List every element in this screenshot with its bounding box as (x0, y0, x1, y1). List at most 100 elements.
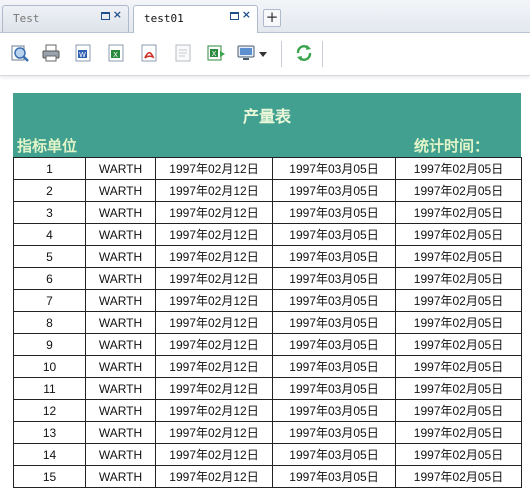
restore-icon[interactable] (100, 12, 110, 20)
table-row: 10 WARTH 1997年02月12日 1997年03月05日 1997年02月05日 (13, 355, 522, 378)
cell-date-3: 1997年02月05日 (395, 179, 522, 202)
cell-date-1: 1997年02月12日 (155, 465, 273, 488)
cell-name: WARTH (85, 443, 156, 466)
cell-date-3: 1997年02月05日 (395, 355, 522, 378)
cell-index: 8 (13, 311, 86, 334)
report-header: 产量表 指标单位 统计时间： (13, 93, 521, 157)
cell-index: 10 (13, 355, 86, 378)
toolbar-separator (281, 41, 282, 67)
cell-name: WARTH (85, 245, 156, 268)
tab-test[interactable]: Test × (2, 5, 129, 32)
cell-name: WARTH (85, 399, 156, 422)
report-table: 1 WARTH 1997年02月12日 1997年03月05日 1997年02月05日 2… (13, 157, 522, 488)
table-row: 7 WARTH 1997年02月12日 1997年03月05日 1997年02月05日 (13, 289, 522, 312)
cell-date-3: 1997年02月05日 (395, 245, 522, 268)
unit-label: 指标单位 (17, 137, 78, 155)
cell-date-1: 1997年02月12日 (155, 267, 273, 290)
refresh-icon[interactable] (294, 43, 314, 63)
tab-bar: Test × test01 × + (0, 0, 530, 33)
dropdown-arrow-icon[interactable] (257, 43, 269, 63)
cell-date-3: 1997年02月05日 (395, 201, 522, 224)
cell-date-1: 1997年02月12日 (155, 355, 273, 378)
tab-label: Test (13, 12, 40, 25)
cell-index: 13 (13, 421, 86, 444)
table-row: 15 WARTH 1997年02月12日 1997年03月05日 1997年02月05日 (13, 465, 522, 488)
cell-date-3: 1997年02月05日 (395, 289, 522, 312)
table-row: 14 WARTH 1997年02月12日 1997年03月05日 1997年02月05日 (13, 443, 522, 466)
new-tab-button[interactable]: + (263, 9, 281, 27)
table-row: 8 WARTH 1997年02月12日 1997年03月05日 1997年02月05日 (13, 311, 522, 334)
export-excel-icon[interactable]: X (106, 43, 126, 63)
cell-date-1: 1997年02月12日 (155, 245, 273, 268)
cell-date-1: 1997年02月12日 (155, 289, 273, 312)
cell-name: WARTH (85, 157, 156, 180)
cell-date-2: 1997年03月05日 (272, 355, 396, 378)
cell-date-2: 1997年03月05日 (272, 157, 396, 180)
cell-index: 11 (13, 377, 86, 400)
export-word-icon[interactable]: W (73, 43, 93, 63)
close-icon[interactable]: × (113, 9, 122, 21)
cell-index: 15 (13, 465, 86, 488)
cell-date-1: 1997年02月12日 (155, 399, 273, 422)
cell-date-3: 1997年02月05日 (395, 223, 522, 246)
cell-date-2: 1997年03月05日 (272, 421, 396, 444)
cell-date-3: 1997年02月05日 (395, 311, 522, 334)
table-row: 3 WARTH 1997年02月12日 1997年03月05日 1997年02月05日 (13, 201, 522, 224)
cell-date-2: 1997年03月05日 (272, 465, 396, 488)
tab-label: test01 (144, 12, 184, 25)
cell-date-1: 1997年02月12日 (155, 179, 273, 202)
cell-name: WARTH (85, 179, 156, 202)
cell-name: WARTH (85, 267, 156, 290)
svg-text:X: X (212, 50, 217, 58)
cell-index: 6 (13, 267, 86, 290)
svg-text:X: X (113, 51, 118, 59)
display-mode-icon[interactable] (237, 43, 257, 63)
stat-time-label: 统计时间： (413, 137, 489, 155)
cell-name: WARTH (85, 289, 156, 312)
cell-index: 12 (13, 399, 86, 422)
cell-index: 14 (13, 443, 86, 466)
report-title: 产量表 (242, 107, 291, 126)
export-excel-alt-icon[interactable]: X (206, 43, 226, 63)
restore-icon[interactable] (229, 12, 239, 20)
cell-date-3: 1997年02月05日 (395, 421, 522, 444)
cell-date-1: 1997年02月12日 (155, 201, 273, 224)
cell-date-2: 1997年03月05日 (272, 377, 396, 400)
table-row: 4 WARTH 1997年02月12日 1997年03月05日 1997年02月05日 (13, 223, 522, 246)
cell-date-3: 1997年02月05日 (395, 333, 522, 356)
cell-index: 1 (13, 157, 86, 180)
table-row: 6 WARTH 1997年02月12日 1997年03月05日 1997年02月05日 (13, 267, 522, 290)
cell-date-2: 1997年03月05日 (272, 333, 396, 356)
cell-date-2: 1997年03月05日 (272, 311, 396, 334)
cell-date-3: 1997年02月05日 (395, 443, 522, 466)
table-row: 13 WARTH 1997年02月12日 1997年03月05日 1997年02月05日 (13, 421, 522, 444)
table-row: 5 WARTH 1997年02月12日 1997年03月05日 1997年02月05日 (13, 245, 522, 268)
table-row: 1 WARTH 1997年02月12日 1997年03月05日 1997年02月05日 (13, 157, 522, 180)
cell-date-2: 1997年03月05日 (272, 245, 396, 268)
cell-date-3: 1997年02月05日 (395, 157, 522, 180)
cell-date-3: 1997年02月05日 (395, 399, 522, 422)
cell-index: 4 (13, 223, 86, 246)
cell-index: 2 (13, 179, 86, 202)
table-row: 11 WARTH 1997年02月12日 1997年03月05日 1997年02月05日 (13, 377, 522, 400)
print-icon[interactable] (41, 43, 61, 63)
table-row: 12 WARTH 1997年02月12日 1997年03月05日 1997年02月05日 (13, 399, 522, 422)
export-text-icon[interactable] (173, 43, 193, 63)
cell-index: 3 (13, 201, 86, 224)
print-preview-icon[interactable] (10, 43, 30, 63)
export-pdf-icon[interactable] (139, 43, 159, 63)
tab-test01[interactable]: test01 × (133, 5, 258, 33)
cell-date-1: 1997年02月12日 (155, 377, 273, 400)
cell-date-2: 1997年03月05日 (272, 267, 396, 290)
close-icon[interactable]: × (242, 9, 251, 21)
cell-date-1: 1997年02月12日 (155, 333, 273, 356)
cell-date-2: 1997年03月05日 (272, 399, 396, 422)
table-row: 2 WARTH 1997年02月12日 1997年03月05日 1997年02月05日 (13, 179, 522, 202)
cell-date-1: 1997年02月12日 (155, 311, 273, 334)
cell-name: WARTH (85, 465, 156, 488)
toolbar-separator (322, 41, 323, 67)
cell-date-1: 1997年02月12日 (155, 443, 273, 466)
cell-name: WARTH (85, 421, 156, 444)
cell-index: 7 (13, 289, 86, 312)
cell-name: WARTH (85, 355, 156, 378)
